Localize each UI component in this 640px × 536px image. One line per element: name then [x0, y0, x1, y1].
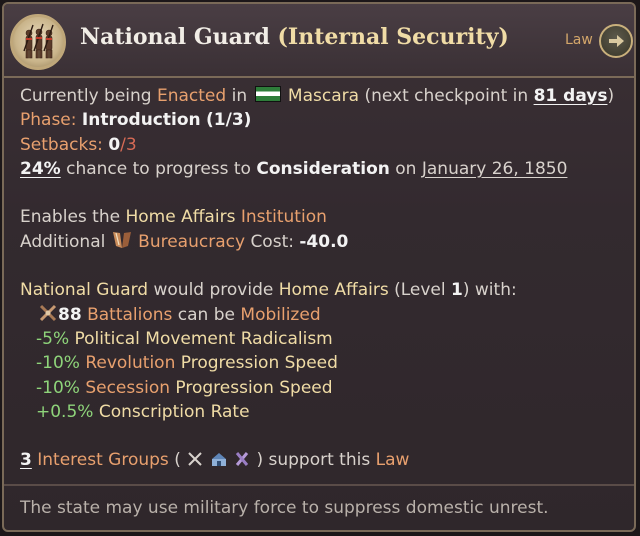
can-be-text: can be: [177, 304, 235, 325]
law-name: National Guard: [80, 24, 270, 50]
country-name[interactable]: Mascara: [288, 86, 359, 106]
paren-close: ): [256, 450, 264, 471]
battalions-effect-line: 88 Battalions can be Mobilized: [20, 303, 630, 327]
checkpoint-suffix: ): [607, 86, 615, 106]
setbacks-max: /3: [120, 134, 137, 155]
crossed-swords-icon[interactable]: [186, 450, 204, 475]
modifier-value: -10%: [36, 353, 80, 374]
phase-label: Phase:: [20, 110, 77, 131]
status-in: in: [231, 86, 248, 106]
institution-level: 1: [451, 280, 463, 301]
phase-count: (1/3): [206, 110, 252, 131]
progress-date[interactable]: January 26, 1850: [422, 159, 568, 179]
effects-law-name[interactable]: National Guard: [20, 280, 148, 300]
on-text: on: [395, 158, 417, 179]
phase-line: Phase: Introduction (1/3): [20, 108, 630, 132]
law-title: National Guard (Internal Security): [80, 24, 509, 50]
enactment-state[interactable]: Enacted: [157, 86, 226, 106]
modifier-text: Political Movement Radicalism: [74, 328, 333, 349]
mobilized-word[interactable]: Mobilized: [240, 305, 320, 325]
level-suffix: ) with:: [462, 280, 517, 301]
landowners-icon[interactable]: [210, 450, 228, 475]
effects-intro-line: National Guard would provide Home Affair…: [20, 278, 630, 302]
enables-prefix: Enables the: [20, 207, 121, 228]
progress-chance-line: 24% chance to progress to Consideration …: [20, 157, 630, 181]
interest-groups-support-line: 3 Interest Groups () support this Law: [20, 448, 630, 472]
modifier-value: -10%: [36, 377, 80, 398]
cost-name[interactable]: Bureaucracy: [138, 232, 245, 252]
setbacks-line: Setbacks: 0/3: [20, 133, 630, 157]
modifier-text: Progression Speed: [180, 353, 338, 374]
modifier-text: Progression Speed: [175, 377, 333, 398]
checkpoint-days[interactable]: 81 days: [534, 86, 608, 106]
modifier-line: -10% Secession Progression Speed: [20, 376, 630, 400]
effects-institution-name[interactable]: Home Affairs: [279, 280, 389, 300]
tooltip-header: National Guard (Internal Security) Law: [4, 4, 634, 78]
paren-open: (: [174, 450, 181, 471]
modifier-line: +0.5% Conscription Rate: [20, 400, 630, 424]
phase-value: Introduction: [81, 110, 201, 131]
enactment-status-line: Currently being Enacted in Mascara (next…: [20, 84, 630, 108]
battalions-word[interactable]: Battalions: [87, 305, 172, 325]
country-flag-icon: [254, 86, 281, 102]
institution-name[interactable]: Home Affairs: [125, 207, 235, 227]
modifier-line: -5% Political Movement Radicalism: [20, 327, 630, 351]
law-description: The state may use military force to supp…: [20, 498, 549, 518]
status-prefix: Currently being: [20, 86, 152, 106]
law-link[interactable]: Law: [376, 450, 410, 470]
modifier-value: -5%: [36, 328, 70, 349]
bureaucracy-cost-line: Additional Bureaucracy Cost: -40.0: [20, 230, 630, 254]
revolution-link[interactable]: Revolution: [85, 353, 175, 373]
go-to-law-button[interactable]: [599, 24, 633, 58]
law-category: (Internal Security): [277, 24, 509, 50]
armed-forces-icon[interactable]: [233, 450, 251, 475]
enables-institution-line: Enables the Home Affairs Institution: [20, 205, 630, 229]
law-type-label: Law: [565, 32, 593, 48]
support-text: support this: [268, 450, 371, 471]
cost-word: Cost:: [250, 231, 294, 252]
next-phase: Consideration: [256, 158, 390, 179]
tooltip-body: Currently being Enacted in Mascara (next…: [20, 84, 630, 473]
supporting-groups-count[interactable]: 3: [20, 450, 32, 470]
law-tooltip-panel: National Guard (Internal Security) Law C…: [2, 2, 636, 532]
footer-divider: [4, 484, 634, 486]
setbacks-label: Setbacks:: [20, 134, 103, 155]
arrow-right-icon: [609, 35, 624, 47]
setbacks-current: 0: [108, 134, 121, 155]
provide-text: would provide: [153, 280, 274, 301]
chance-text: chance to progress to: [66, 158, 251, 179]
progress-chance[interactable]: 24%: [20, 159, 61, 179]
modifier-text: Conscription Rate: [98, 401, 250, 422]
level-prefix: (Level: [394, 280, 446, 301]
checkpoint-prefix: (next checkpoint in: [364, 86, 529, 106]
bureaucracy-icon: [111, 230, 133, 257]
institution-word[interactable]: Institution: [241, 207, 327, 227]
additional-text: Additional: [20, 231, 106, 252]
secession-link[interactable]: Secession: [85, 378, 170, 398]
battalions-count: 88: [58, 304, 82, 325]
modifier-line: -10% Revolution Progression Speed: [20, 351, 630, 375]
cost-value: -40.0: [299, 231, 349, 252]
modifier-value: +0.5%: [36, 401, 94, 422]
national-guard-law-icon: [10, 14, 66, 70]
interest-groups-link[interactable]: Interest Groups: [37, 450, 169, 470]
crossed-rifles-icon: [38, 303, 58, 330]
